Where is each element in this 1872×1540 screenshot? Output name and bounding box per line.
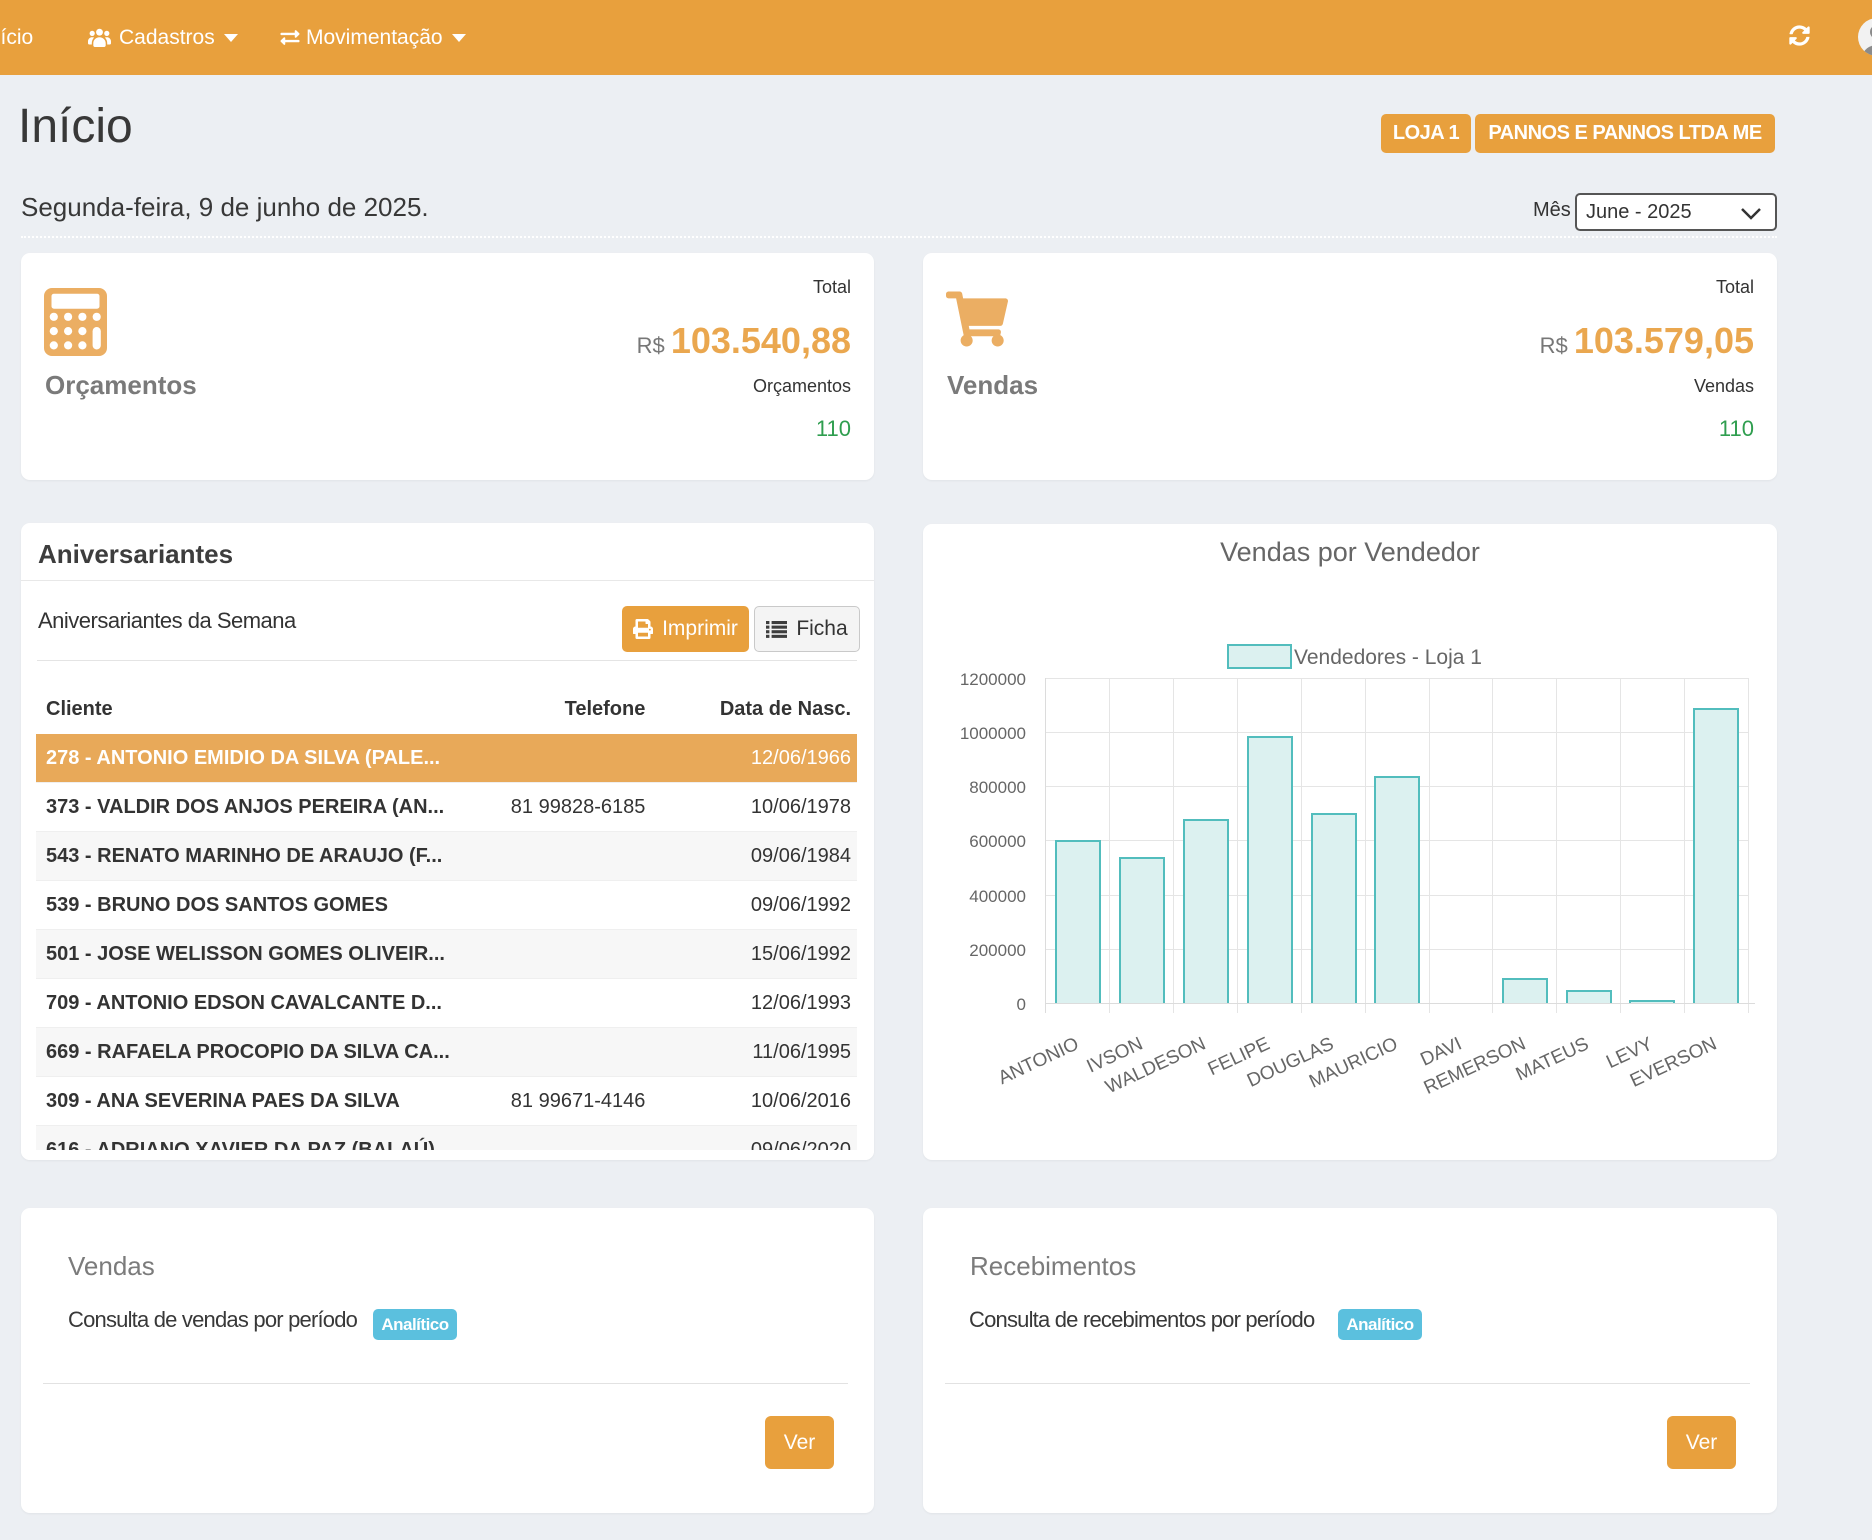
svg-text:1000000: 1000000 [960,724,1026,743]
svg-text:800000: 800000 [969,778,1026,797]
svg-text:Vendas por Vendedor: Vendas por Vendedor [1220,537,1480,567]
svg-text:400000: 400000 [969,887,1026,906]
svg-text:600000: 600000 [969,832,1026,851]
svg-text:MATEUS: MATEUS [1513,1033,1592,1085]
svg-text:ANTONIO: ANTONIO [995,1033,1082,1088]
svg-text:0: 0 [1017,995,1026,1014]
svg-text:200000: 200000 [969,941,1026,960]
svg-text:1200000: 1200000 [960,670,1026,689]
svg-text:Vendedores - Loja 1: Vendedores - Loja 1 [1294,646,1482,669]
